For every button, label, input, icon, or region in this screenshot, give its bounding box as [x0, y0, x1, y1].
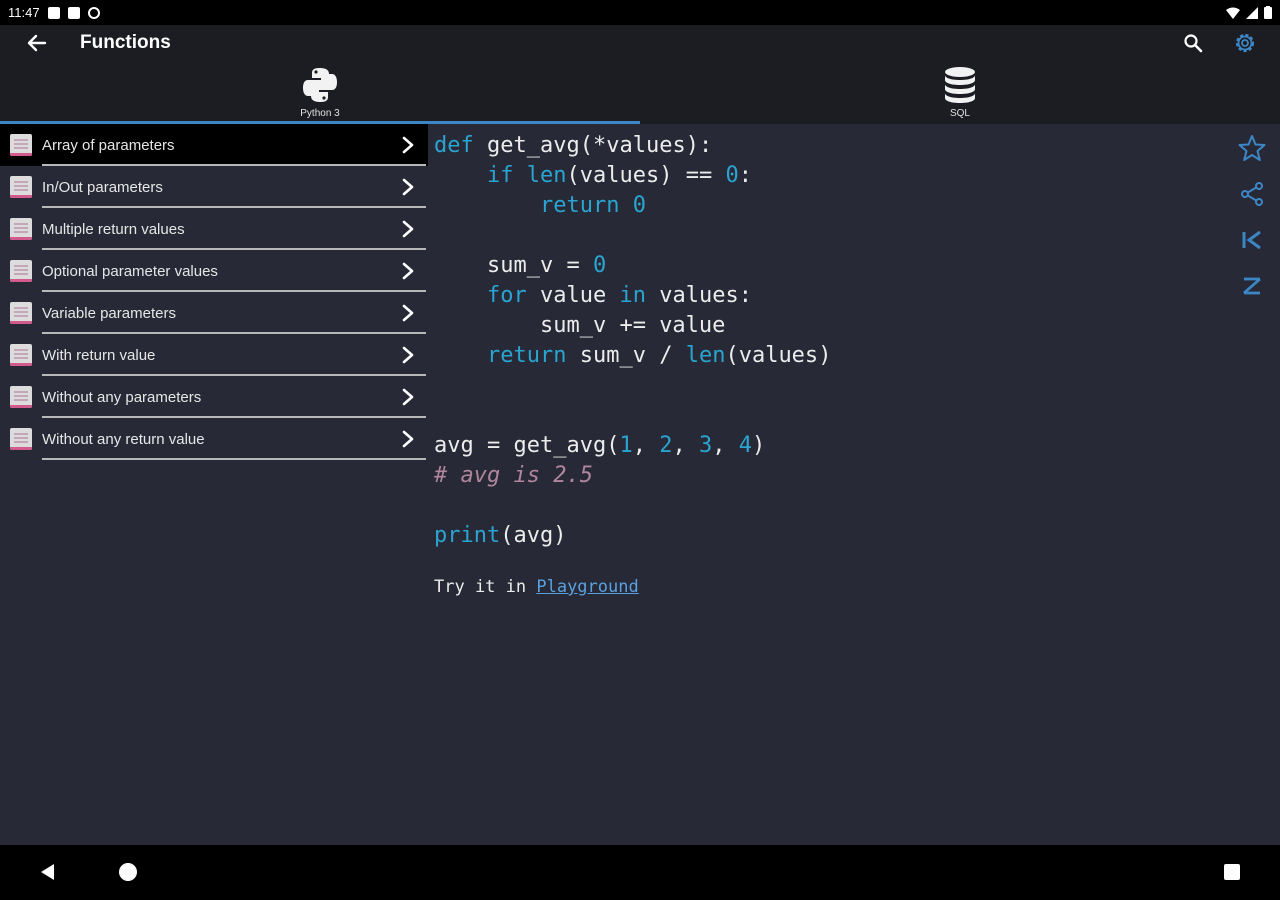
- list-item[interactable]: Multiple return values: [0, 208, 428, 250]
- list-item-label: Optional parameter values: [42, 262, 218, 280]
- code-line: for value in values:: [486, 283, 752, 308]
- list-item-label: With return value: [42, 346, 156, 364]
- skip-to-start-icon: [1242, 230, 1261, 250]
- list-item-label: Without any parameters: [42, 388, 202, 406]
- list-item[interactable]: In/Out parameters: [0, 166, 428, 208]
- settings-button[interactable]: [1230, 28, 1260, 58]
- search-button[interactable]: [1178, 28, 1208, 58]
- sort-az-icon: [1243, 277, 1261, 295]
- database-icon: [945, 67, 975, 103]
- app-bar: Functions: [0, 25, 1280, 61]
- code-line: avg = get_avg(1, 2, 3, 4): [434, 433, 766, 458]
- document-icon: [10, 428, 32, 450]
- favorite-button[interactable]: [1236, 132, 1268, 164]
- list-item[interactable]: Array of parameters: [0, 124, 428, 166]
- list-item[interactable]: Without any return value: [0, 418, 428, 460]
- document-icon: [10, 386, 32, 408]
- sync-icon: [87, 6, 100, 19]
- list-item-label: Array of parameters: [42, 136, 175, 154]
- nav-recents-icon[interactable]: [1224, 864, 1240, 880]
- code-actions: [1236, 132, 1268, 302]
- document-icon: [10, 218, 32, 240]
- code-line: return 0: [539, 193, 646, 218]
- code-line: sum_v += value: [539, 313, 726, 338]
- back-button[interactable]: [22, 28, 52, 58]
- list-item-label: Multiple return values: [42, 220, 185, 238]
- language-tabs: Python 3 SQL: [0, 61, 1280, 124]
- star-icon: [1238, 135, 1266, 161]
- document-icon: [10, 134, 32, 156]
- tab-label: SQL: [949, 108, 970, 119]
- system-nav-bar: [0, 845, 1280, 900]
- list-item[interactable]: Without any parameters: [0, 376, 428, 418]
- code-line: if len(values) == 0:: [486, 163, 752, 188]
- sd-card-icon: [67, 6, 80, 19]
- list-item-label: In/Out parameters: [42, 178, 163, 196]
- list-item-label: Without any return value: [42, 430, 205, 448]
- tab-sql[interactable]: SQL: [640, 61, 1280, 124]
- code-line: # avg is 2.5: [434, 463, 593, 488]
- topic-list: Array of parameters In/Out parameters Mu…: [0, 124, 428, 460]
- try-it-prefix: Try it in: [434, 577, 537, 597]
- try-it-line: Try it in Playground: [434, 577, 639, 597]
- code-line: sum_v = 0: [486, 253, 607, 278]
- chevron-right-icon: [402, 388, 416, 406]
- page-title: Functions: [80, 32, 171, 53]
- status-bar: 11:47: [0, 0, 1280, 25]
- notification-icon: [47, 6, 60, 19]
- tab-python[interactable]: Python 3: [0, 61, 640, 124]
- list-item[interactable]: Variable parameters: [0, 292, 428, 334]
- first-item-button[interactable]: [1236, 224, 1268, 256]
- tab-label: Python 3: [300, 108, 340, 119]
- chevron-right-icon: [402, 430, 416, 448]
- battery-icon: [1264, 6, 1272, 19]
- list-item-label: Variable parameters: [42, 304, 176, 322]
- document-icon: [10, 260, 32, 282]
- chevron-right-icon: [402, 220, 416, 238]
- arrow-back-icon: [27, 34, 47, 52]
- code-sample: def get_avg(*values): if len(values) == …: [434, 131, 831, 551]
- nav-back-icon[interactable]: [38, 862, 58, 882]
- python-logo-icon: [303, 68, 337, 102]
- code-line: return sum_v / len(values): [486, 343, 832, 368]
- chevron-right-icon: [402, 178, 416, 196]
- document-icon: [10, 344, 32, 366]
- search-icon: [1184, 34, 1203, 53]
- chevron-right-icon: [402, 136, 416, 154]
- wifi-icon: [1226, 7, 1240, 19]
- status-time: 11:47: [8, 5, 40, 20]
- code-line: print(avg): [434, 523, 567, 548]
- code-line: def get_avg(*values):: [434, 133, 713, 158]
- gear-icon: [1235, 33, 1255, 53]
- document-icon: [10, 176, 32, 198]
- share-button[interactable]: [1236, 178, 1268, 210]
- list-item[interactable]: With return value: [0, 334, 428, 376]
- nav-home-icon[interactable]: [119, 863, 137, 881]
- sort-button[interactable]: [1236, 270, 1268, 302]
- chevron-right-icon: [402, 262, 416, 280]
- signal-icon: [1246, 6, 1258, 19]
- list-item[interactable]: Optional parameter values: [0, 250, 428, 292]
- playground-link[interactable]: Playground: [536, 577, 638, 597]
- share-icon: [1241, 182, 1263, 206]
- document-icon: [10, 302, 32, 324]
- chevron-right-icon: [402, 304, 416, 322]
- chevron-right-icon: [402, 346, 416, 364]
